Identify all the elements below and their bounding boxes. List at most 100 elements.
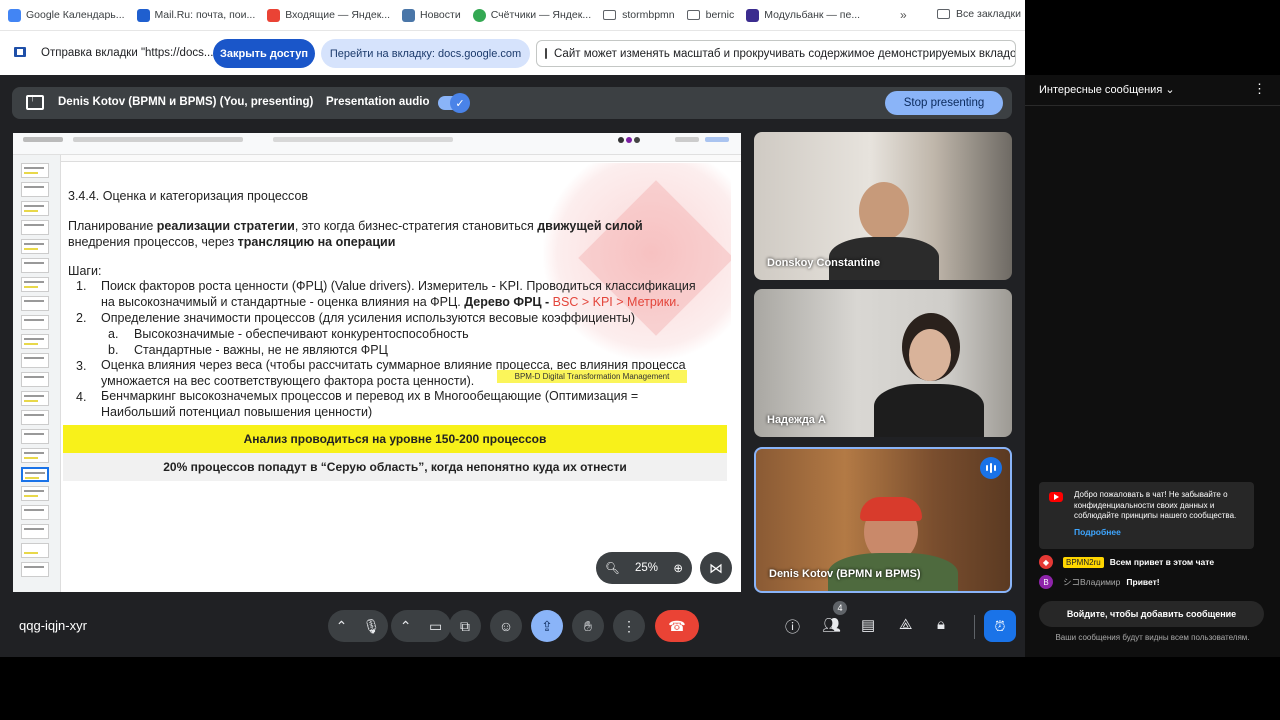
goto-tab-button[interactable]: Перейти на вкладку: docs.google.com — [321, 39, 530, 68]
timer-button[interactable]: ⏰︎ — [984, 610, 1016, 642]
camera-icon[interactable]: ▭ — [429, 618, 442, 635]
bookmark-stormbpmn[interactable]: stormbpmn — [603, 9, 675, 21]
alarm-icon: ⏰︎ — [994, 617, 1006, 634]
step-3-line-2: умножается на вес соответствующего факто… — [101, 374, 475, 388]
slide-intro: Планирование реализации стратегии, это к… — [68, 219, 643, 249]
learn-more-link[interactable]: Подробнее — [1074, 527, 1121, 537]
participant-name: Denis Kotov (BPMN и BPMS) — [769, 568, 921, 580]
chevron-up-icon[interactable]: ⌃ — [336, 618, 348, 635]
leave-call-button[interactable]: ☎ — [655, 610, 699, 642]
bookmark-yandex-counters[interactable]: Счётчики — Яндек... — [472, 8, 591, 22]
chat-visibility-note: Ваши сообщения будут видны всем пользова… — [1055, 633, 1250, 642]
step-number: 3. — [76, 359, 87, 373]
emoji-icon: ☺ — [498, 618, 514, 634]
hangup-icon: ☎ — [668, 617, 686, 634]
zoom-level: 25% — [634, 562, 658, 574]
present-icon: ⇪ — [541, 617, 553, 634]
zoom-control: 🔍︎ 25% ⊕ — [596, 552, 692, 584]
chat-message: В シコВладимир Привет! — [1039, 574, 1160, 590]
bank-icon — [746, 8, 760, 22]
cast-icon — [14, 47, 26, 57]
meeting-code: qqg-iqjn-xyr — [19, 618, 87, 633]
checkbox-icon — [545, 48, 547, 59]
info-icon[interactable]: ⓘ — [785, 616, 800, 637]
participant-video — [859, 182, 909, 240]
step-number: 4. — [76, 390, 87, 404]
more-bookmarks-button[interactable]: » — [900, 8, 907, 22]
vk-icon — [402, 8, 416, 22]
chat-filter-dropdown[interactable]: Интересные сообщения ⌄ — [1039, 83, 1175, 96]
author-name: BPMN2ru — [1063, 556, 1104, 568]
chrome-icon — [472, 8, 486, 22]
avatar: В — [1039, 575, 1053, 589]
host-controls-icon[interactable]: 🔒︎ — [937, 616, 945, 633]
folder-icon — [937, 9, 950, 19]
slide-canvas: 3.4.4. Оценка и категоризация процессов … — [61, 163, 731, 583]
check-icon: ✓ — [450, 93, 470, 113]
bookmark-news[interactable]: Новости — [402, 8, 461, 22]
calendar-icon — [8, 8, 21, 22]
bookmark-yandex-inbox[interactable]: Входящие — Яндек... — [267, 8, 390, 22]
sign-in-to-chat-button[interactable]: Войдите, чтобы добавить сообщение — [1039, 601, 1264, 627]
presenting-bar: Denis Kotov (BPMN и BPMS) (You, presenti… — [12, 87, 1012, 119]
close-access-button[interactable]: Закрыть доступ — [213, 39, 315, 68]
microphone-icon[interactable]: 🎙︎ — [363, 618, 381, 635]
step-number: 2. — [76, 311, 87, 325]
bookmark-mail-ru[interactable]: Mail.Ru: почта, пои... — [136, 8, 255, 22]
people-icon[interactable]: 👥︎ — [822, 616, 841, 634]
chevron-down-icon: ⌄ — [1165, 84, 1175, 96]
activities-icon[interactable]: ⟁ — [899, 616, 912, 633]
meet-stage: Denis Kotov (BPMN и BPMS) (You, presenti… — [0, 75, 1025, 657]
camera-control[interactable]: ⌃ ▭ — [391, 610, 451, 642]
participant-tile[interactable]: Надежда А — [754, 289, 1012, 437]
zoom-in-icon[interactable]: ⊕ — [673, 561, 683, 575]
ruler — [61, 155, 741, 162]
captions-button[interactable]: ⧉ — [449, 610, 481, 642]
slide-thumbnails[interactable] — [13, 155, 61, 592]
share-icon[interactable]: ⋈ — [700, 552, 732, 584]
microphone-control[interactable]: ⌃ 🎙︎ — [328, 610, 388, 642]
chat-panel: Интересные сообщения ⌄ ⋮ Добро пожаловат… — [1025, 75, 1280, 657]
bookmark-google-calendar[interactable]: Google Календарь... — [8, 8, 125, 22]
hand-icon: ✋︎ — [584, 617, 592, 634]
slide-title: 3.4.4. Оценка и категоризация процессов — [68, 189, 309, 203]
sharing-tab-text: Отправка вкладки "https://docs.... — [41, 47, 217, 59]
participants-count-badge: 4 — [833, 601, 847, 615]
highlighted-note: BPM-D Digital Transformation Management — [497, 370, 687, 383]
avatar: ◆ — [1039, 555, 1053, 569]
presentation-audio-toggle[interactable]: ✓ — [438, 93, 470, 113]
step-number: 1. — [76, 279, 87, 293]
bookmark-bernic[interactable]: bernic — [686, 9, 734, 21]
sub-letter: b. — [108, 343, 119, 357]
present-button[interactable]: ⇪ — [531, 610, 563, 642]
stop-presenting-button[interactable]: Stop presenting — [885, 91, 1003, 115]
screen: Google Календарь... Mail.Ru: почта, пои.… — [0, 0, 1280, 720]
presenter-name: Denis Kotov (BPMN и BPMS) (You, presenti… — [58, 96, 314, 108]
raise-hand-button[interactable]: ✋︎ — [572, 610, 604, 642]
participant-name: Надежда А — [767, 414, 826, 426]
chevron-up-icon[interactable]: ⌃ — [400, 618, 412, 635]
bookmark-modulbank[interactable]: Модульбанк — пе... — [746, 8, 860, 22]
welcome-text: Добро пожаловать в чат! Не забывайте о к… — [1074, 490, 1237, 520]
participant-name: Donskoy Constantine — [767, 257, 881, 269]
more-vert-icon[interactable]: ⋮ — [1253, 81, 1266, 97]
slides-toolbar — [13, 133, 741, 155]
steps-header: Шаги: — [68, 264, 102, 278]
chat-icon[interactable]: ▤ — [861, 616, 875, 634]
participant-tile[interactable]: Donskoy Constantine — [754, 132, 1012, 280]
all-bookmarks-button[interactable]: Все закладки — [937, 8, 1021, 20]
more-vert-icon: ⋮ — [622, 617, 636, 634]
zoom-out-icon[interactable]: 🔍︎ — [605, 561, 620, 575]
participant-tile-active-speaker[interactable]: Denis Kotov (BPMN и BPMS) — [754, 447, 1012, 593]
author-name: シコВладимир — [1063, 577, 1121, 587]
emoji-button[interactable]: ☺ — [490, 610, 522, 642]
more-options-button[interactable]: ⋮ — [613, 610, 645, 642]
chat-message: ◆ BPMN2ru Всем привет в этом чате — [1039, 554, 1214, 570]
step-1-line-2: на высокозначимый и стандартные - оценка… — [101, 295, 680, 309]
step-4-line-1: Бенчмаркинг высокозначемых процессов и п… — [101, 389, 639, 403]
tab-sharing-bar: Отправка вкладки "https://docs.... Закры… — [0, 31, 1025, 75]
divider — [974, 615, 975, 639]
present-screen-icon — [26, 92, 44, 110]
divider — [1025, 105, 1280, 106]
zoom-scroll-notice[interactable]: Сайт может изменять масштаб и прокручива… — [536, 40, 1016, 67]
